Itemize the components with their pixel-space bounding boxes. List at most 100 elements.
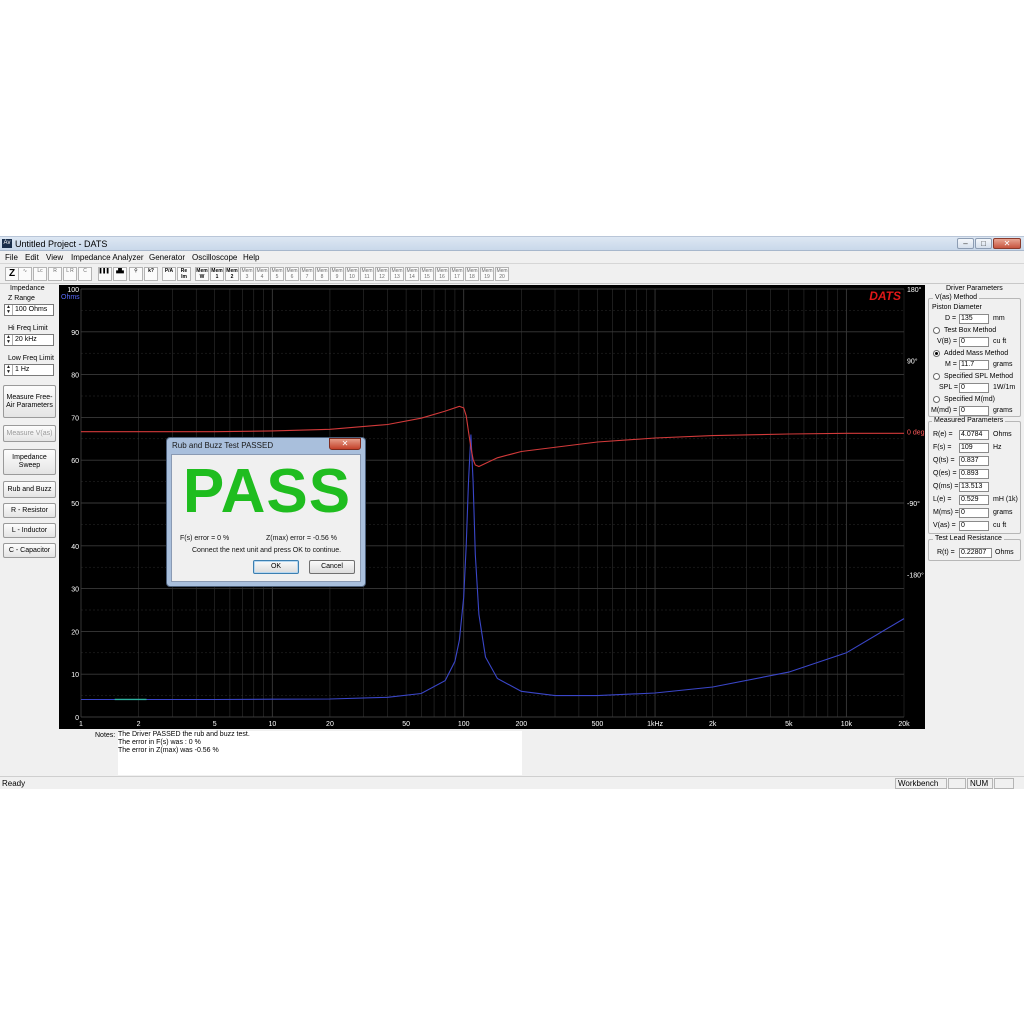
measured-value[interactable]: 0 xyxy=(959,521,989,531)
memory-16-icon[interactable]: Mem 16 xyxy=(435,267,449,281)
measured-label: R(e) = xyxy=(933,431,953,438)
mmd-input[interactable]: 0 xyxy=(959,406,989,416)
vb-label: V(B) = xyxy=(937,338,958,345)
memory-15-icon[interactable]: Mem 15 xyxy=(420,267,434,281)
vb-input[interactable]: 0 xyxy=(959,337,989,347)
menu-help[interactable]: Help xyxy=(243,252,259,263)
memory-6-icon[interactable]: Mem 6 xyxy=(285,267,299,281)
spectrum-icon[interactable]: ▌▌▌ xyxy=(98,267,112,281)
cancel-button[interactable]: Cancel xyxy=(309,560,355,574)
memory-13-icon[interactable]: Mem 13 xyxy=(390,267,404,281)
note-line: The Driver PASSED the rub and buzz test. xyxy=(118,731,250,738)
specified-mmd-radio[interactable] xyxy=(933,396,940,403)
memory-3-icon[interactable]: Mem 3 xyxy=(240,267,254,281)
bar-graph-icon[interactable]: ▟▙ xyxy=(113,267,127,281)
resistor-button[interactable]: R - Resistor xyxy=(3,503,56,518)
measured-value[interactable]: 4.0784 xyxy=(959,430,989,440)
memory-12-icon[interactable]: Mem 12 xyxy=(375,267,389,281)
spl-input[interactable]: 0 xyxy=(959,383,989,393)
rub-and-buzz-button[interactable]: Rub and Buzz xyxy=(3,481,56,498)
menu-view[interactable]: View xyxy=(46,252,63,263)
measured-value[interactable]: 13.513 xyxy=(959,482,989,492)
memory-20-icon[interactable]: Mem 20 xyxy=(495,267,509,281)
spl-label: SPL = xyxy=(939,384,959,391)
inductor-l-icon[interactable]: Lc xyxy=(33,267,47,281)
impedance-icon[interactable]: Z xyxy=(5,267,19,281)
memory-17-icon[interactable]: Mem 17 xyxy=(450,267,464,281)
memory-10-icon[interactable]: Mem 10 xyxy=(345,267,359,281)
menu-oscilloscope[interactable]: Oscilloscope xyxy=(192,252,237,263)
measured-value[interactable]: 0 xyxy=(959,508,989,518)
specified-spl-radio[interactable] xyxy=(933,373,940,380)
measured-value[interactable]: 0.837 xyxy=(959,456,989,466)
pass-headline: PASS xyxy=(182,457,352,526)
measured-value[interactable]: 0.529 xyxy=(959,495,989,505)
y-left-tick-label: 100 xyxy=(67,287,79,294)
memory-w-icon[interactable]: Mem W xyxy=(195,267,209,281)
status-empty-2 xyxy=(994,778,1014,789)
ok-button[interactable]: OK xyxy=(253,560,299,574)
menu-file[interactable]: File xyxy=(5,252,18,263)
inductor-button[interactable]: L - Inductor xyxy=(3,523,56,538)
menu-generator[interactable]: Generator xyxy=(149,252,185,263)
memory-18-icon[interactable]: Mem 18 xyxy=(465,267,479,281)
z-range-spinner[interactable]: ▲ ▼ 100 Ohms xyxy=(4,304,54,316)
measure-free-air-button[interactable]: Measure Free-Air Parameters xyxy=(3,385,56,418)
hi-freq-spinner[interactable]: ▲ ▼ 20 kHz xyxy=(4,334,54,346)
memory-14-icon[interactable]: Mem 14 xyxy=(405,267,419,281)
capacitor-button[interactable]: C - Capacitor xyxy=(3,543,56,558)
test-box-radio[interactable] xyxy=(933,327,940,334)
sine-wave-icon[interactable]: ∿ xyxy=(18,267,32,281)
phase-icon[interactable]: P/A xyxy=(162,267,176,281)
resistor-icon[interactable]: R xyxy=(48,267,62,281)
note-line: The error in Z(max) was -0.56 % xyxy=(118,747,219,754)
notes-box[interactable]: The Driver PASSED the rub and buzz test.… xyxy=(118,731,522,775)
measured-label: F(s) = xyxy=(933,444,952,451)
m-input[interactable]: 11.7 xyxy=(959,360,989,370)
rt-label: R(t) = xyxy=(937,549,955,556)
memory-2-icon[interactable]: Mem 2 xyxy=(225,267,239,281)
help-pointer-icon[interactable]: k? xyxy=(144,267,158,281)
dialog-body: PASS F(s) error = 0 % Z(max) error = -0.… xyxy=(171,454,361,582)
status-empty xyxy=(948,778,966,789)
memory-5-icon[interactable]: Mem 5 xyxy=(270,267,284,281)
zmax-error-text: Z(max) error = -0.56 % xyxy=(266,535,337,542)
y-right-tick-label: 0 deg xyxy=(907,430,925,437)
probe-icon[interactable]: ⚲ xyxy=(129,267,143,281)
test-lead-title: Test Lead Resistance xyxy=(933,535,1004,542)
memory-7-icon[interactable]: Mem 7 xyxy=(300,267,314,281)
memory-1-icon[interactable]: Mem 1 xyxy=(210,267,224,281)
measured-parameters-group: Measured Parameters R(e) = 4.0784 Ohms F(s)… xyxy=(928,417,1021,534)
spinner-arrows-icon[interactable]: ▲ ▼ xyxy=(5,335,13,345)
menu-edit[interactable]: Edit xyxy=(25,252,39,263)
capacitor-icon[interactable]: C xyxy=(78,267,92,281)
measured-label: Q(ms) = xyxy=(933,483,959,490)
maximize-button[interactable]: □ xyxy=(975,238,992,249)
close-button[interactable]: ✕ xyxy=(993,238,1021,249)
spinner-arrows-icon[interactable]: ▲ ▼ xyxy=(5,305,13,315)
x-tick-label: 1 xyxy=(79,721,83,728)
memory-19-icon[interactable]: Mem 19 xyxy=(480,267,494,281)
menu-impedance-analyzer[interactable]: Impedance Analyzer xyxy=(71,252,144,263)
rt-value[interactable]: 0.22807 xyxy=(959,548,992,558)
y-left-tick-label: 30 xyxy=(71,587,79,594)
spinner-arrows-icon[interactable]: ▲ ▼ xyxy=(5,365,13,375)
low-freq-spinner[interactable]: ▲ ▼ 1 Hz xyxy=(4,364,54,376)
measured-value[interactable]: 0.893 xyxy=(959,469,989,479)
measured-value[interactable]: 109 xyxy=(959,443,989,453)
added-mass-radio[interactable] xyxy=(933,350,940,357)
impedance-sweep-button[interactable]: Impedance Sweep xyxy=(3,449,56,475)
d-input[interactable]: 135 xyxy=(959,314,989,324)
dialog-close-button[interactable]: ✕ xyxy=(329,438,361,450)
memory-4-icon[interactable]: Mem 4 xyxy=(255,267,269,281)
minimize-button[interactable]: – xyxy=(957,238,974,249)
memory-9-icon[interactable]: Mem 9 xyxy=(330,267,344,281)
fs-error-text: F(s) error = 0 % xyxy=(180,535,230,542)
app-logo-icon: Av xyxy=(2,239,12,248)
memory-8-icon[interactable]: Mem 8 xyxy=(315,267,329,281)
y-right-tick-label: 180° xyxy=(907,286,922,294)
memory-11-icon[interactable]: Mem 11 xyxy=(360,267,374,281)
complex-icon[interactable]: Re Im xyxy=(177,267,191,281)
l-r-icon[interactable]: L R xyxy=(63,267,77,281)
measure-vas-button[interactable]: Measure V(as) xyxy=(3,425,56,442)
